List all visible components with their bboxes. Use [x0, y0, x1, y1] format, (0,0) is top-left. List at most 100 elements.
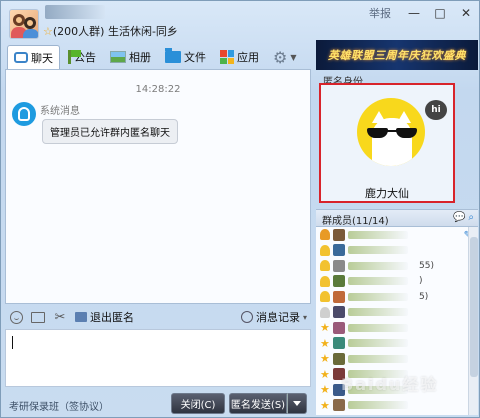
anonymous-send-button[interactable]: 匿名发送(S) [229, 393, 287, 414]
search-icon[interactable]: ⌕ [468, 212, 474, 223]
group-avatar[interactable] [9, 9, 39, 39]
tab-album[interactable]: 相册 [104, 45, 157, 69]
tab-files[interactable]: 文件 [159, 45, 212, 69]
member-avatar [333, 306, 345, 319]
member-row[interactable]: ★ [316, 398, 478, 414]
send-options-dropdown[interactable] [287, 393, 307, 414]
watermark: Baidu经验 [341, 375, 439, 394]
message-timestamp: 14:28:22 [135, 84, 181, 95]
member-name-redacted [348, 323, 408, 332]
chevron-down-icon: ▼ [290, 52, 297, 62]
close-button[interactable]: 关闭(C) [171, 393, 225, 414]
member-row[interactable] [316, 305, 478, 321]
promo-banner[interactable]: 英雄联盟三周年庆狂欢盛典 [316, 40, 478, 70]
tab-files-label: 文件 [184, 51, 206, 64]
star-icon: ★ [320, 321, 330, 335]
close-icon[interactable]: ✕ [459, 6, 473, 20]
history-label: 消息记录 [255, 311, 300, 324]
flag-icon [68, 50, 81, 64]
member-avatar [333, 259, 345, 272]
star-icon: ★ [320, 352, 330, 366]
exit-anonymous-button[interactable]: 退出匿名 [75, 309, 134, 325]
member-name-redacted [348, 339, 408, 348]
clock-icon [240, 311, 253, 323]
ad-link[interactable]: 考研保录班（签协议） [9, 398, 109, 413]
member-avatar [333, 337, 345, 350]
member-row[interactable]: ) [316, 274, 478, 290]
admin-role-icon [320, 275, 330, 287]
member-name-redacted [348, 246, 408, 255]
member-row[interactable] [316, 227, 478, 243]
screenshot-button[interactable]: ✂ [53, 309, 67, 325]
chat-icon [14, 52, 28, 63]
member-row[interactable]: 5) [316, 289, 478, 305]
input-toolbar: ✂ 退出匿名 消息记录 ▾ [5, 305, 311, 329]
window-controls: 举报 — □ ✕ [369, 5, 473, 21]
member-row[interactable]: ★ [316, 351, 478, 367]
member-name-suffix: 5) [419, 291, 429, 302]
folder-icon [165, 48, 181, 63]
tab-announcement[interactable]: 公告 [62, 45, 102, 69]
main-toolbar: 聊天 公告 相册 文件 应用 ⚙ ▼ [7, 45, 303, 69]
anonymous-name: 鹿力大仙 [365, 187, 409, 200]
member-list-scrollbar[interactable] [468, 227, 478, 415]
member-row[interactable] [316, 243, 478, 259]
history-button[interactable]: 消息记录 ▾ [240, 309, 307, 325]
scrollbar-thumb[interactable] [470, 237, 478, 377]
members-title: 群成员(11/14) [322, 216, 389, 227]
exit-icon [75, 312, 87, 322]
exit-anonymous-label: 退出匿名 [90, 311, 134, 324]
admin-role-icon [320, 260, 330, 272]
system-message-avatar [12, 102, 36, 126]
member-avatar [333, 399, 345, 412]
emoji-button[interactable] [9, 310, 23, 324]
apps-icon [220, 50, 234, 64]
message-input[interactable] [5, 329, 311, 387]
admin-role-icon [320, 291, 330, 303]
report-button[interactable]: 举报 [369, 5, 391, 21]
hi-badge[interactable]: hi [425, 100, 447, 120]
star-icon: ★ [320, 367, 330, 381]
member-name-redacted [348, 401, 408, 410]
chevron-down-icon: ▾ [302, 312, 307, 322]
owner-role-icon [320, 229, 330, 241]
member-row[interactable]: ★ [316, 336, 478, 352]
group-info-text: (200人群) 生活休闲-同乡 [52, 25, 178, 38]
star-icon: ★ [320, 398, 330, 412]
message-area[interactable]: 14:28:22 系统消息 管理员已允许群内匿名聊天 [5, 69, 311, 304]
tab-apps[interactable]: 应用 [214, 45, 265, 69]
group-name-redacted [45, 5, 105, 19]
message-bubble: 管理员已允许群内匿名聊天 [42, 119, 178, 144]
member-name-redacted [348, 261, 408, 270]
minimize-icon[interactable]: — [407, 6, 421, 20]
tab-apps-label: 应用 [237, 51, 259, 64]
tab-chat[interactable]: 聊天 [7, 45, 60, 69]
star-icon: ★ [320, 383, 330, 397]
settings-button[interactable]: ⚙ ▼ [267, 45, 303, 69]
admin-role-icon [320, 244, 330, 256]
member-avatar [333, 352, 345, 365]
star-icon: ☆ [43, 25, 53, 38]
tab-chat-label: 聊天 [31, 51, 53, 65]
text-caret [12, 336, 13, 349]
member-name-redacted [348, 354, 408, 363]
photo-icon [110, 51, 126, 63]
smile-icon [9, 310, 23, 324]
member-name-redacted [348, 277, 408, 286]
member-avatar [333, 244, 345, 257]
group-info: ☆(200人群) 生活休闲-同乡 [43, 23, 178, 39]
member-role-icon [320, 306, 330, 318]
anonymous-identity-card: hi 鹿力大仙 [319, 83, 455, 203]
member-row[interactable]: 55) [316, 258, 478, 274]
member-avatar [333, 321, 345, 334]
image-button[interactable] [31, 310, 45, 324]
maximize-icon[interactable]: □ [433, 6, 447, 20]
member-row[interactable]: ★ [316, 320, 478, 336]
anonymous-avatar[interactable] [357, 98, 425, 166]
scissors-icon: ✂ [54, 309, 66, 325]
member-avatar [333, 275, 345, 288]
member-name-redacted [348, 308, 408, 317]
chat-bubble-icon[interactable]: 💬 [453, 212, 465, 223]
member-name-redacted [348, 292, 408, 301]
member-avatar [333, 228, 345, 241]
